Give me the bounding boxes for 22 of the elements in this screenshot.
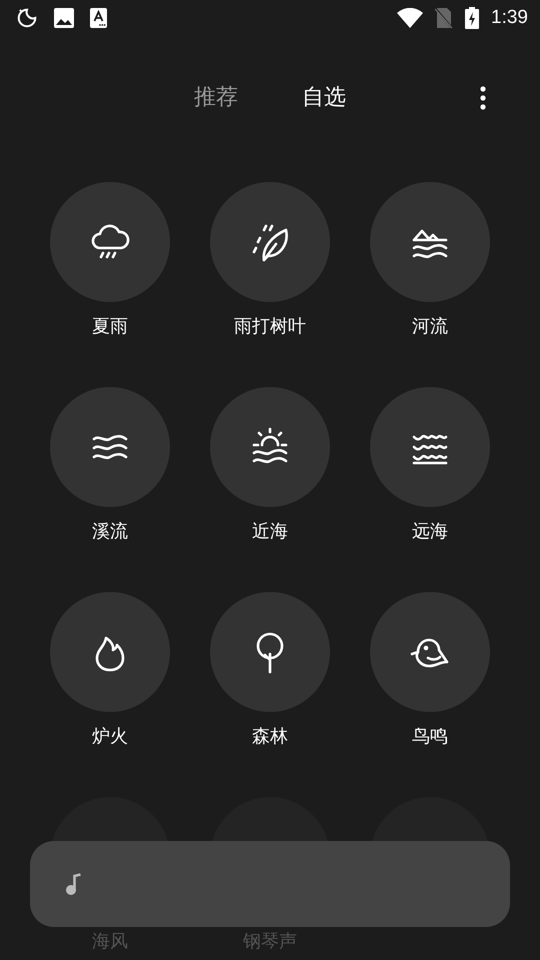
- sound-label: 远海: [412, 520, 448, 544]
- tab[interactable]: 推荐: [194, 82, 238, 114]
- more-options-icon[interactable]: [480, 86, 486, 110]
- sound-label: 溪流: [92, 520, 128, 544]
- clock-time: 1:39: [491, 7, 528, 29]
- image-icon: [54, 8, 74, 28]
- tab[interactable]: 自选: [302, 82, 346, 114]
- sound-label: 炉火: [92, 725, 128, 749]
- no-sim-icon: [435, 7, 454, 29]
- sound-label: 森林: [252, 725, 288, 749]
- sound-label: 河流: [412, 315, 448, 339]
- sound-label: 雨打树叶: [234, 315, 306, 339]
- moon-icon: [16, 7, 38, 29]
- wifi-icon: [397, 8, 424, 28]
- battery-charging-icon: [465, 7, 480, 29]
- sound-label: 海风: [92, 930, 128, 954]
- sound-label: 近海: [252, 520, 288, 544]
- sound-label: 钢琴声: [243, 930, 297, 954]
- text-app-icon: [90, 8, 107, 28]
- sound-label: 夏雨: [92, 315, 128, 339]
- music-note-icon: [66, 873, 82, 895]
- sound-label: 鸟鸣: [412, 725, 448, 749]
